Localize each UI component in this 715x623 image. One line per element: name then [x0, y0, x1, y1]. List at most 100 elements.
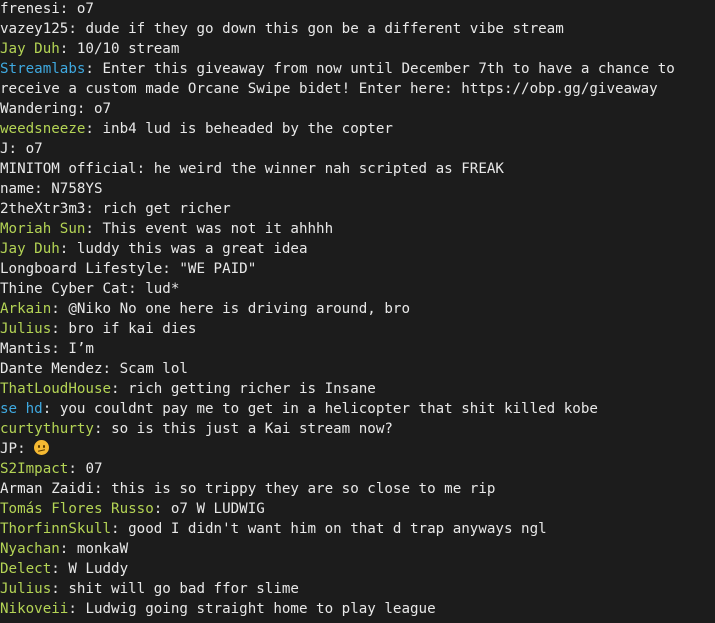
chat-separator: : — [136, 161, 154, 177]
chat-separator: : — [34, 181, 52, 197]
chat-separator: : — [68, 21, 86, 37]
chat-text: luddy this was a great idea — [76, 241, 308, 257]
chat-separator: : — [59, 541, 77, 557]
chat-separator: : — [51, 301, 69, 317]
chat-username[interactable]: MINITOM official — [0, 161, 137, 177]
chat-separator: : — [51, 341, 69, 357]
chat-text: he weird the winner nah scripted as FREA… — [153, 161, 504, 177]
chat-username[interactable]: Jay Duh — [0, 241, 60, 257]
chat-message: Dante Mendez: Scam lol — [0, 359, 715, 379]
chat-separator: : — [85, 121, 103, 137]
chat-separator: : — [42, 401, 60, 417]
chat-username[interactable]: se hd — [0, 401, 43, 417]
chat-text: shit will go bad ffor slime — [68, 581, 299, 597]
chat-message: Jay Duh: luddy this was a great idea — [0, 239, 715, 259]
chat-text: monkaW — [76, 541, 129, 557]
chat-message: curtythurty: so is this just a Kai strea… — [0, 419, 715, 439]
chat-username[interactable]: curtythurty — [0, 421, 94, 437]
chat-text: this is so trippy they are so close to m… — [111, 481, 496, 497]
chat-message: J: o7 — [0, 139, 715, 159]
chat-text: you couldnt pay me to get in a helicopte… — [59, 401, 598, 417]
chat-message: weedsneeze: inb4 lud is beheaded by the … — [0, 119, 715, 139]
chat-message: Arman Zaidi: this is so trippy they are … — [0, 479, 715, 499]
chat-text: good I didn't want him on that d trap an… — [128, 521, 547, 537]
chat-username[interactable]: name — [0, 181, 34, 197]
chat-username[interactable]: Julius — [0, 581, 51, 597]
chat-separator: : — [76, 101, 94, 117]
chat-message: Delect: W Luddy — [0, 559, 715, 579]
chat-text: W Luddy — [68, 561, 129, 577]
chat-text: N758YS — [51, 181, 103, 197]
chat-username[interactable]: Julius — [0, 321, 51, 337]
chat-separator: : — [153, 501, 171, 517]
chat-username[interactable]: ThatLoudHouse — [0, 381, 111, 397]
chat-username[interactable]: Longboard Lifestyle — [0, 261, 162, 277]
chat-username[interactable]: 2theXtr3m3 — [0, 201, 85, 217]
chat-text: so is this just a Kai stream now? — [111, 421, 393, 437]
chat-username[interactable]: Delect — [0, 561, 51, 577]
chat-message: Arkain: @Niko No one here is driving aro… — [0, 299, 715, 319]
chat-separator: : — [111, 521, 129, 537]
chat-separator: : — [51, 321, 69, 337]
chat-message: se hd: you couldnt pay me to get in a he… — [0, 399, 715, 419]
chat-username[interactable]: frenesi — [0, 1, 60, 17]
chat-separator: : — [8, 141, 26, 157]
chat-separator: : — [51, 581, 69, 597]
chat-message: Tomás Flores Russo: o7 W LUDWIG — [0, 499, 715, 519]
chat-username[interactable]: Thine Cyber Cat — [0, 281, 128, 297]
chat-text: Ludwig going straight home to play leagu… — [85, 601, 436, 617]
chat-text: o7 — [76, 1, 94, 17]
chat-username[interactable]: Wandering — [0, 101, 77, 117]
chat-username[interactable]: Arkain — [0, 301, 51, 317]
chat-username[interactable]: vazey125 — [0, 21, 68, 37]
chat-message: S2Impact: 07 — [0, 459, 715, 479]
chat-text: I’m — [68, 341, 94, 357]
chat-message: frenesi: o7 — [0, 0, 715, 19]
chat-username[interactable]: weedsneeze — [0, 121, 85, 137]
chat-username[interactable]: J — [0, 141, 9, 157]
confused-face-emoji — [34, 440, 50, 455]
chat-text: o7 W LUDWIG — [170, 501, 265, 517]
chat-separator: : — [85, 201, 103, 217]
chat-username[interactable]: Tomás Flores Russo — [0, 501, 154, 517]
chat-username[interactable]: JP — [0, 441, 17, 457]
chat-username[interactable]: Nikoveii — [0, 601, 68, 617]
chat-separator: : — [68, 601, 86, 617]
chat-text: Scam lol — [119, 361, 188, 377]
chat-text: This event was not it ahhhh — [102, 221, 334, 237]
chat-message: vazey125: dude if they go down this gon … — [0, 19, 715, 39]
chat-username[interactable]: Nyachan — [0, 541, 60, 557]
chat-separator: : — [128, 281, 146, 297]
chat-message: JP: — [0, 439, 715, 459]
chat-text: o7 — [93, 101, 112, 117]
chat-text: 10/10 stream — [76, 41, 180, 57]
chat-text: @Niko No one here is driving around, bro — [68, 301, 411, 317]
chat-text: rich get richer — [102, 201, 231, 217]
chat-username[interactable]: Moriah Sun — [0, 221, 85, 237]
chat-text: o7 — [25, 141, 43, 157]
chat-text: "WE PAID" — [179, 261, 257, 277]
chat-username[interactable]: S2Impact — [0, 461, 68, 477]
chat-separator: : — [93, 481, 112, 497]
chat-message: ThatLoudHouse: rich getting richer is In… — [0, 379, 715, 399]
chat-username[interactable]: Streamlabs — [0, 61, 85, 77]
chat-separator: : — [85, 221, 103, 237]
chat-message: ThorfinnSkull: good I didn't want him on… — [0, 519, 715, 539]
chat-message: MINITOM official: he weird the winner na… — [0, 159, 715, 179]
chat-username[interactable]: Dante Mendez — [0, 361, 103, 377]
chat-message: Nikoveii: Ludwig going straight home to … — [0, 599, 715, 619]
chat-text: bro if kai dies — [68, 321, 197, 337]
chat-text: rich getting richer is Insane — [128, 381, 376, 397]
chat-separator: : — [162, 261, 180, 277]
chat-username[interactable]: Jay Duh — [0, 41, 60, 57]
chat-username[interactable]: Arman Zaidi — [0, 481, 94, 497]
chat-username[interactable]: ThorfinnSkull — [0, 521, 111, 537]
chat-separator: : — [17, 441, 35, 457]
chat-text: Enter this giveaway from now until Decem… — [0, 61, 684, 97]
chat-message: name: N758YS — [0, 179, 715, 199]
chat-message: Julius: shit will go bad ffor slime — [0, 579, 715, 599]
chat-message: Moriah Sun: This event was not it ahhhh — [0, 219, 715, 239]
chat-username[interactable]: Mantis — [0, 341, 51, 357]
chat-separator: : — [59, 241, 77, 257]
chat-log: frenesi: o7 vazey125: dude if they go dow… — [0, 0, 715, 619]
